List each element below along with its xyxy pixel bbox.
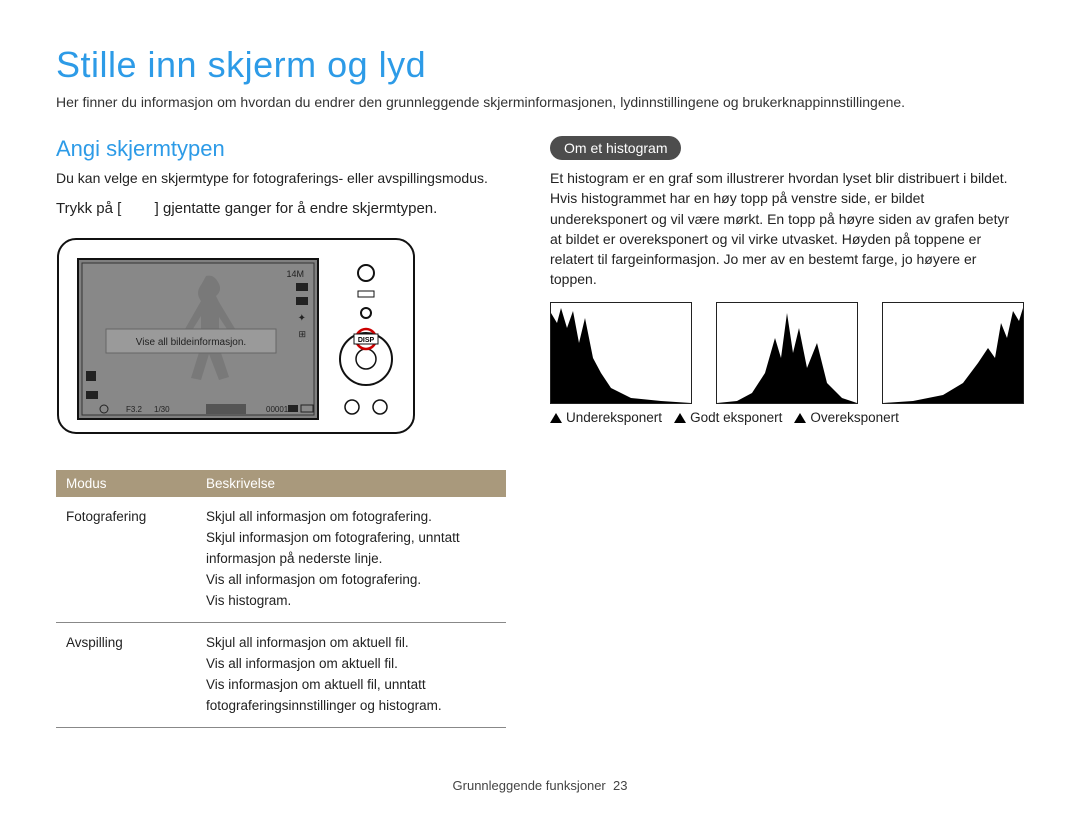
histogram-underexposed [550, 302, 692, 404]
col-header-desc: Beskrivelse [196, 470, 506, 497]
mode-cell: Fotografering [56, 497, 196, 622]
footer-section: Grunnleggende funksjoner [453, 778, 606, 793]
svg-text:F3.2: F3.2 [126, 405, 143, 414]
display-type-intro: Du kan velge en skjermtype for fotografe… [56, 168, 506, 188]
display-mode-table: Modus Beskrivelse Fotografering Skjul al… [56, 470, 506, 727]
right-column: Om et histogram Et histogram er en graf … [550, 136, 1024, 728]
disp-instruction: Trykk på [ ] gjentatte ganger for å endr… [56, 200, 506, 217]
instr-post: ] gjentatte ganger for å endre skjermtyp… [155, 200, 438, 217]
label-overexposed: Overeksponert [794, 410, 899, 425]
left-column: Angi skjermtypen Du kan velge en skjermt… [56, 136, 506, 728]
lead-text: Her finner du informasjon om hvordan du … [56, 94, 1024, 110]
disp-button-label: DISP [358, 337, 375, 344]
svg-text:✦: ✦ [298, 313, 306, 324]
instr-pre: Trykk på [ [56, 200, 121, 217]
desc-cell: Skjul all informasjon om fotografering.S… [196, 497, 506, 622]
svg-text:00001: 00001 [266, 405, 289, 414]
page-title: Stille inn skjerm og lyd [56, 44, 1024, 86]
camera-back-svg: Vise all bildeinformasjon. 14M ✦ ⊞ [56, 231, 416, 441]
page-footer: Grunnleggende funksjoner 23 [0, 778, 1080, 793]
svg-text:⊞: ⊞ [298, 329, 306, 339]
mode-cell: Avspilling [56, 622, 196, 727]
histogram-heading-pill: Om et histogram [550, 136, 681, 160]
histogram-overexposed [882, 302, 1024, 404]
table-row: Avspilling Skjul all informasjon om aktu… [56, 622, 506, 727]
triangle-icon [794, 413, 806, 423]
histogram-examples [550, 302, 1024, 404]
camera-illustration: Vise all bildeinformasjon. 14M ✦ ⊞ [56, 231, 506, 446]
disp-key-placeholder [125, 200, 150, 217]
section-heading-display-type: Angi skjermtypen [56, 136, 506, 162]
svg-text:1/30: 1/30 [154, 405, 170, 414]
label-well-exposed: Godt eksponert [674, 410, 782, 425]
triangle-icon [674, 413, 686, 423]
footer-page-number: 23 [613, 778, 627, 793]
histogram-body: Et histogram er en graf som illustrerer … [550, 168, 1024, 290]
histogram-labels: Undereksponert Godt eksponert Overekspon… [550, 410, 1024, 425]
label-underexposed: Undereksponert [550, 410, 662, 425]
col-header-mode: Modus [56, 470, 196, 497]
triangle-icon [550, 413, 562, 423]
svg-text:14M: 14M [286, 269, 304, 279]
camera-tooltip-text: Vise all bildeinformasjon. [136, 337, 246, 348]
histogram-well-exposed [716, 302, 858, 404]
desc-cell: Skjul all informasjon om aktuell fil.Vis… [196, 622, 506, 727]
table-row: Fotografering Skjul all informasjon om f… [56, 497, 506, 622]
